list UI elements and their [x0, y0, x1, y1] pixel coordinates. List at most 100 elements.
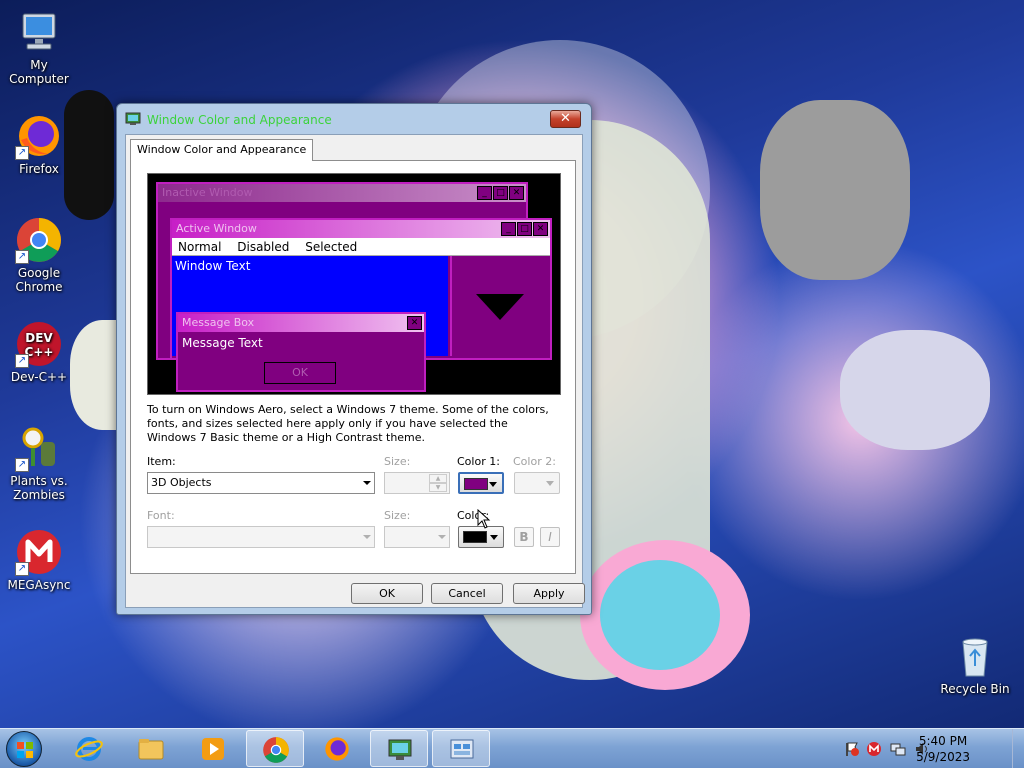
- desktop-icon-plants-vs-zombies[interactable]: ↗ Plants vs. Zombies: [0, 424, 78, 502]
- stepper-up-icon: ▲: [429, 474, 447, 483]
- font-size-select: [384, 526, 450, 548]
- desktop-icon-label: Google Chrome: [15, 266, 63, 294]
- megasync-icon: ↗: [15, 528, 63, 576]
- taskbar-file-explorer[interactable]: [122, 730, 180, 767]
- taskbar-clock[interactable]: 5:40 PM 5/9/2023: [916, 733, 970, 765]
- wallpaper-cat-helmet: [600, 560, 720, 670]
- windows-logo-icon: [17, 742, 33, 758]
- close-button[interactable]: ✕: [550, 110, 581, 128]
- internet-explorer-icon: [75, 737, 103, 761]
- desktop-icon-megasync[interactable]: ↗ MEGAsync: [0, 528, 78, 592]
- svg-text:DEV: DEV: [25, 331, 53, 345]
- preview-message-box: Message Box ✕ Message Text OK: [176, 312, 426, 392]
- preview-message-text: Message Text: [182, 336, 263, 350]
- megasync-tray-icon[interactable]: [866, 741, 882, 757]
- show-desktop-button[interactable]: [1012, 729, 1024, 768]
- desktop-icon-firefox[interactable]: ↗ Firefox: [0, 112, 78, 176]
- action-center-flag-icon[interactable]: [844, 741, 860, 757]
- apply-button[interactable]: Apply: [513, 583, 585, 604]
- desktop-icon-label: Plants vs. Zombies: [10, 474, 68, 502]
- preview-message-titlebar: Message Box ✕: [178, 314, 424, 332]
- desktop-icon-label: Firefox: [19, 162, 59, 176]
- clock-date: 5/9/2023: [916, 750, 970, 764]
- desktop-icon-label: Recycle Bin: [940, 682, 1010, 696]
- window-color-appearance-dialog: Window Color and Appearance ✕ Window Col…: [116, 103, 592, 615]
- close-icon: ✕: [560, 111, 571, 126]
- desktop-icon-recycle-bin[interactable]: Recycle Bin: [936, 632, 1014, 696]
- preview-active-title: Active Window: [176, 222, 257, 235]
- computer-icon: [15, 8, 63, 56]
- close-icon: ✕: [407, 316, 422, 330]
- font-color-button[interactable]: [458, 526, 504, 548]
- dialog-client-area: Window Color and Appearance Inactive Win…: [125, 134, 585, 608]
- preview-menubar: Normal Disabled Selected: [172, 238, 550, 256]
- shortcut-arrow-icon: ↗: [15, 354, 29, 368]
- chevron-down-icon: [546, 481, 554, 486]
- dialog-title: Window Color and Appearance: [147, 113, 332, 127]
- preview-scrollbar: [450, 256, 550, 356]
- color2-label: Color 2:: [513, 455, 556, 468]
- taskbar-control-panel[interactable]: [432, 730, 490, 767]
- taskbar: 5:40 PM 5/9/2023: [0, 728, 1024, 768]
- chrome-icon: [263, 737, 289, 763]
- item-size-stepper: ▲ ▼: [384, 472, 450, 494]
- firefox-icon: ↗: [15, 112, 63, 160]
- preview-ok-button: OK: [264, 362, 336, 384]
- taskbar-internet-explorer[interactable]: [60, 730, 118, 767]
- cancel-button[interactable]: Cancel: [431, 583, 503, 604]
- appearance-preview: Inactive Window _ □ ✕ Active Window _ □ …: [147, 173, 561, 395]
- bold-button[interactable]: B: [514, 527, 534, 547]
- shortcut-arrow-icon: ↗: [15, 250, 29, 264]
- font-label: Font:: [147, 509, 175, 522]
- wallpaper-gray-bear: [760, 100, 910, 280]
- shortcut-arrow-icon: ↗: [15, 458, 29, 472]
- preview-inactive-title: Inactive Window: [162, 186, 253, 199]
- minimize-icon: _: [477, 186, 492, 200]
- font-color-swatch: [463, 531, 487, 543]
- media-player-icon: [202, 738, 224, 760]
- preview-menu-selected: Selected: [305, 240, 358, 254]
- preview-active-titlebar: Active Window _ □ ✕: [172, 220, 550, 238]
- clock-time: 5:40 PM: [918, 734, 968, 748]
- dev-cpp-icon: DEV C++ ↗: [15, 320, 63, 368]
- color1-label: Color 1:: [457, 455, 500, 468]
- recycle-bin-icon: [951, 632, 999, 680]
- chevron-down-icon: [363, 481, 371, 485]
- desktop-icon-google-chrome[interactable]: ↗ Google Chrome: [0, 216, 78, 294]
- item-label: Item:: [147, 455, 176, 468]
- control-panel-icon: [450, 739, 474, 759]
- taskbar-media-player[interactable]: [184, 730, 242, 767]
- italic-button[interactable]: I: [540, 527, 560, 547]
- close-icon: ✕: [533, 222, 548, 236]
- taskbar-display-settings[interactable]: [370, 730, 428, 767]
- item-size-label: Size:: [384, 455, 411, 468]
- plants-vs-zombies-icon: ↗: [15, 424, 63, 472]
- chevron-down-icon: [489, 482, 497, 487]
- shortcut-arrow-icon: ↗: [15, 562, 29, 576]
- desktop-icon-dev-cpp[interactable]: DEV C++ ↗ Dev-C++: [0, 320, 78, 384]
- display-settings-icon: [388, 739, 412, 760]
- mouse-cursor-icon: [477, 509, 491, 529]
- tab-panel: Inactive Window _ □ ✕ Active Window _ □ …: [130, 160, 576, 574]
- tab-window-color-appearance[interactable]: Window Color and Appearance: [130, 139, 314, 161]
- taskbar-firefox[interactable]: [308, 730, 366, 767]
- maximize-icon: □: [493, 186, 508, 200]
- network-icon[interactable]: [890, 741, 906, 757]
- aero-description: To turn on Windows Aero, select a Window…: [147, 403, 549, 444]
- ok-button[interactable]: OK: [351, 583, 423, 604]
- preview-message-title: Message Box: [182, 316, 255, 329]
- dialog-titlebar[interactable]: Window Color and Appearance ✕: [117, 104, 591, 134]
- item-select[interactable]: 3D Objects: [147, 472, 375, 494]
- firefox-icon: [325, 737, 349, 761]
- color1-swatch: [464, 478, 488, 490]
- stepper-down-icon: ▼: [429, 483, 447, 492]
- taskbar-chrome[interactable]: [246, 730, 304, 767]
- preview-menu-normal: Normal: [178, 240, 222, 254]
- start-button[interactable]: [6, 731, 42, 767]
- display-settings-icon: [125, 112, 141, 126]
- item-select-value: 3D Objects: [151, 476, 212, 489]
- folder-icon: [138, 739, 164, 760]
- close-icon: ✕: [509, 186, 524, 200]
- color1-button[interactable]: [458, 472, 504, 494]
- desktop-icon-my-computer[interactable]: My Computer: [0, 8, 78, 86]
